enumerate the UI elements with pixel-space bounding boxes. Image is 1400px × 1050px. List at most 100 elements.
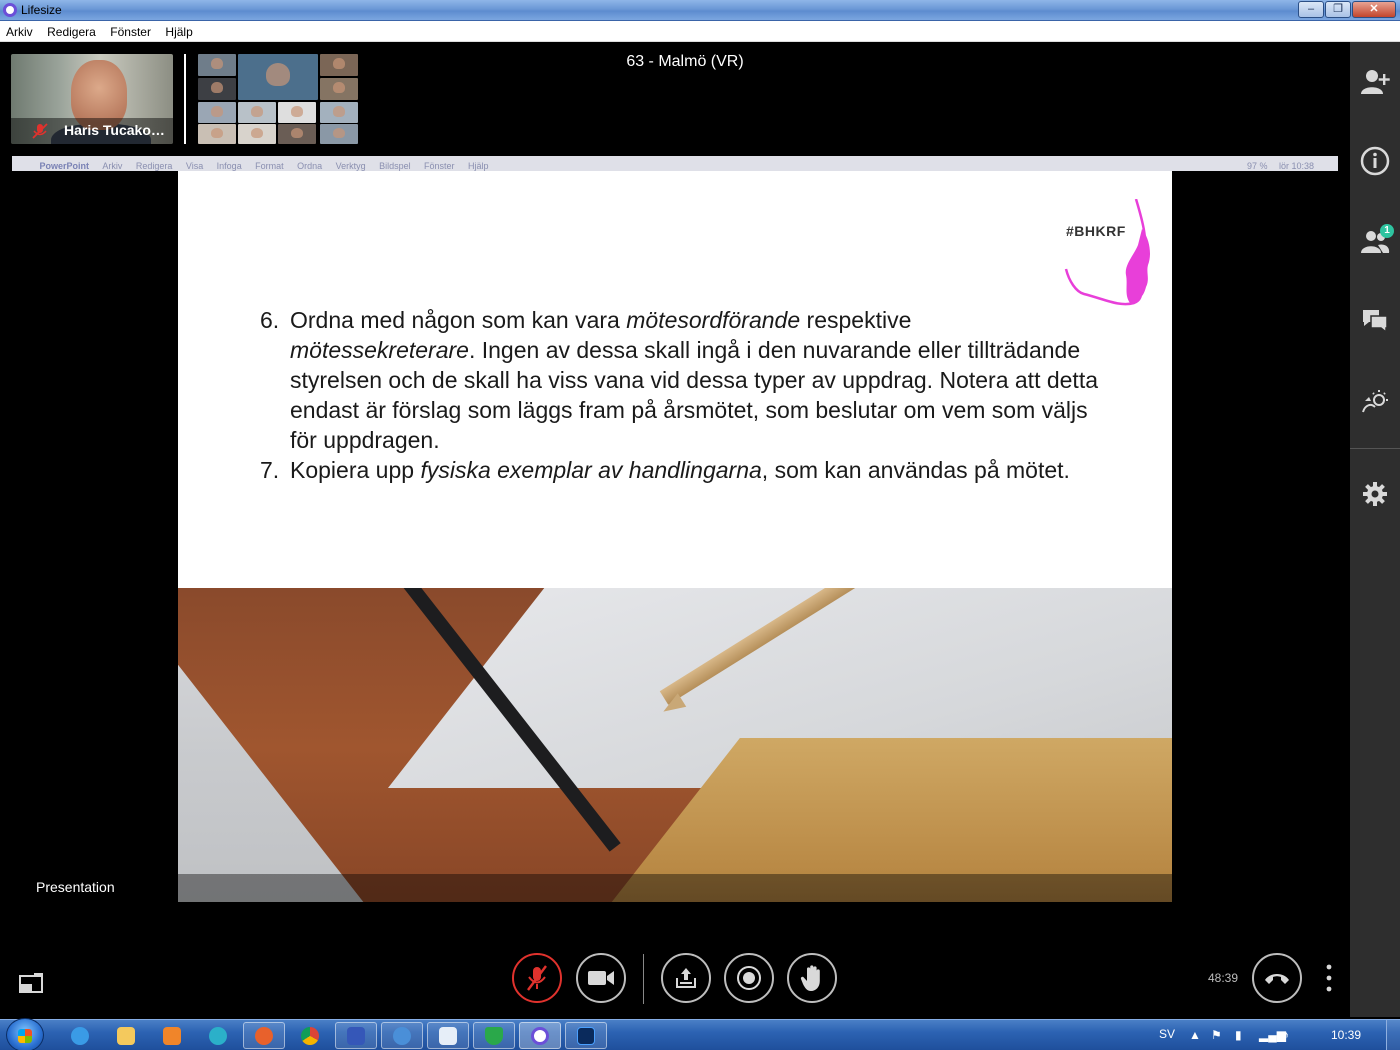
more-vertical-icon xyxy=(1326,964,1332,992)
participants-badge: 1 xyxy=(1380,224,1394,238)
mac-menu-item: Format xyxy=(255,161,284,171)
hang-up-button[interactable] xyxy=(1252,953,1302,1003)
chrome-icon xyxy=(301,1026,319,1045)
volume-icon[interactable]: ♪ xyxy=(1283,1028,1289,1042)
right-sidebar: 1 xyxy=(1350,42,1400,1017)
gallery-tile[interactable] xyxy=(198,54,236,76)
mute-button[interactable] xyxy=(512,953,562,1003)
share-button[interactable] xyxy=(661,953,711,1003)
windows-taskbar: SV ▲ ⚑ ▮ ▂▄▆ ♪ 10:39 xyxy=(0,1018,1400,1050)
taskbar-clock[interactable]: 10:39 xyxy=(1331,1028,1361,1042)
presentation-slide: #BHKRF 6. Ordna med någon som kan vara m… xyxy=(178,171,1172,902)
mac-menu-item: Fönster xyxy=(424,161,455,171)
gallery-tile[interactable] xyxy=(320,54,358,76)
record-button[interactable] xyxy=(724,953,774,1003)
start-button[interactable] xyxy=(6,1018,44,1050)
gallery-tile[interactable] xyxy=(278,124,316,144)
gallery-tile[interactable] xyxy=(238,54,318,100)
gallery-tile[interactable] xyxy=(320,78,358,100)
camera-icon xyxy=(588,971,614,985)
participants-button[interactable]: 1 xyxy=(1350,216,1400,266)
taskbar-chrome[interactable] xyxy=(289,1022,331,1049)
menu-hjalp[interactable]: Hjälp xyxy=(159,21,192,39)
menu-redigera[interactable]: Redigera xyxy=(41,21,96,39)
lifesize-icon xyxy=(531,1026,549,1045)
taskbar-firefox[interactable] xyxy=(243,1022,285,1049)
mic-off-icon xyxy=(527,965,547,991)
media-player-icon xyxy=(163,1026,181,1045)
taskbar-chat-app[interactable] xyxy=(381,1022,423,1049)
gallery-tile[interactable] xyxy=(198,124,236,144)
lifesize-app-icon xyxy=(3,3,17,17)
menu-bar: Arkiv Redigera Fönster Hjälp xyxy=(0,21,1400,42)
flag-icon[interactable]: ⚑ xyxy=(1211,1028,1222,1042)
mac-menu-item: Ordna xyxy=(297,161,323,171)
participant-gallery[interactable] xyxy=(198,54,358,144)
effects-button[interactable] xyxy=(1350,376,1400,426)
info-button[interactable] xyxy=(1350,136,1400,186)
chat-icon xyxy=(1363,310,1388,334)
window-title: Lifesize xyxy=(21,3,62,17)
text-run: Ordna med någon som kan vara xyxy=(290,307,627,333)
gallery-tile[interactable] xyxy=(238,102,276,123)
italic-run: mötesordförande xyxy=(626,307,801,333)
gallery-tile[interactable] xyxy=(198,78,236,100)
tray-expand-icon[interactable]: ▲ xyxy=(1189,1028,1201,1042)
mac-battery: 97 % xyxy=(1247,161,1268,171)
mac-menu-item: PowerPoint xyxy=(39,161,89,171)
gallery-tile[interactable] xyxy=(198,102,236,123)
mac-status-area: 97 % lör 10:38 xyxy=(1240,156,1314,174)
folder-icon xyxy=(117,1026,135,1045)
mac-menu-item: Verktyg xyxy=(335,161,366,171)
mac-menu-item: Visa xyxy=(185,161,204,171)
taskbar-security[interactable] xyxy=(473,1022,515,1049)
network-icon[interactable]: ▂▄▆ xyxy=(1259,1028,1286,1042)
self-view-name: Haris Tucako… xyxy=(64,122,165,138)
raise-hand-button[interactable] xyxy=(787,953,837,1003)
gallery-tile[interactable] xyxy=(238,124,276,144)
language-indicator[interactable]: SV xyxy=(1159,1027,1175,1041)
power-icon[interactable]: ▮ xyxy=(1235,1028,1242,1042)
close-button[interactable]: ✕ xyxy=(1352,1,1396,18)
taskbar-ie[interactable] xyxy=(59,1022,101,1049)
menu-fonster[interactable]: Fönster xyxy=(104,21,151,39)
taskbar-explorer[interactable] xyxy=(105,1022,147,1049)
logo-text: #BHKRF xyxy=(1066,223,1126,239)
mac-menu-item: Redigera xyxy=(135,161,173,171)
chat-button[interactable] xyxy=(1350,296,1400,346)
item-number: 7. xyxy=(260,457,280,483)
show-desktop-button[interactable] xyxy=(1386,1020,1400,1050)
taskbar-media-player[interactable] xyxy=(151,1022,193,1049)
menu-arkiv[interactable]: Arkiv xyxy=(0,21,33,39)
internet-explorer-icon xyxy=(71,1026,89,1045)
notebook-pencil-photo xyxy=(178,588,1172,902)
notepad-icon xyxy=(439,1026,457,1045)
item-number: 6. xyxy=(260,307,280,333)
taskbar-notes[interactable] xyxy=(427,1022,469,1049)
minimize-button[interactable]: – xyxy=(1298,1,1324,18)
edge-icon xyxy=(209,1026,227,1045)
mac-menu-item: Infoga xyxy=(216,161,242,171)
more-options-button[interactable] xyxy=(1322,963,1336,993)
camera-button[interactable] xyxy=(576,953,626,1003)
gallery-tile[interactable] xyxy=(320,124,358,144)
gallery-tile[interactable] xyxy=(278,102,316,123)
taskbar-photoshop[interactable] xyxy=(565,1022,607,1049)
minimize-view-button[interactable] xyxy=(18,970,46,994)
shared-mac-menubar: PowerPoint Arkiv Redigera Visa Infoga Fo… xyxy=(12,156,1338,171)
settings-button[interactable] xyxy=(1350,469,1400,519)
taskbar-edge[interactable] xyxy=(197,1022,239,1049)
slide-body: 6. Ordna med någon som kan vara mötesord… xyxy=(260,305,1100,485)
add-participant-button[interactable] xyxy=(1350,56,1400,106)
gallery-tile[interactable] xyxy=(320,102,358,123)
taskbar-save-app[interactable] xyxy=(335,1022,377,1049)
mac-menu-item: Hjälp xyxy=(468,161,489,171)
maximize-button[interactable]: ❐ xyxy=(1325,1,1351,18)
photo-shade xyxy=(178,874,1172,902)
window-controls: – ❐ ✕ xyxy=(1297,1,1396,18)
self-view-tile[interactable]: Haris Tucako… xyxy=(11,54,173,144)
picture-in-picture-icon xyxy=(19,973,43,993)
photoshop-icon xyxy=(577,1026,595,1045)
taskbar-lifesize[interactable] xyxy=(519,1022,561,1049)
sidebar-separator xyxy=(1350,448,1400,449)
